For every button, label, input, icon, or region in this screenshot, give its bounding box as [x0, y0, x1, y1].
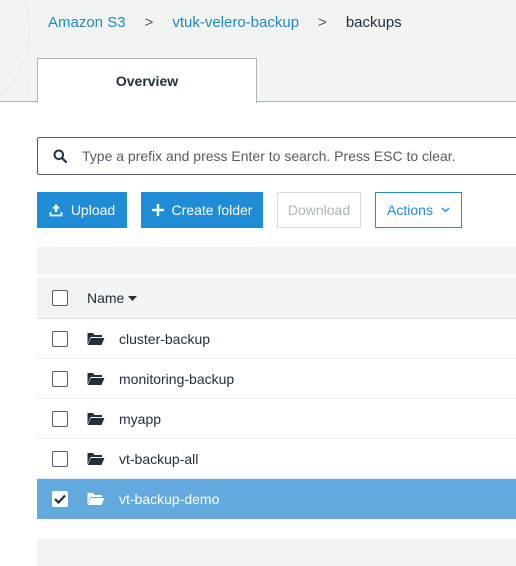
search-bar [37, 137, 516, 175]
breadcrumb-separator: > [318, 13, 327, 31]
row-checkbox[interactable] [52, 370, 68, 387]
folder-icon [87, 332, 105, 346]
folder-icon [87, 452, 105, 466]
breadcrumb-current-folder: backups [345, 13, 402, 31]
table-row-selected[interactable]: vt-backup-demo [37, 479, 516, 519]
actions-label: Actions [387, 202, 433, 218]
table-row[interactable]: cluster-backup [37, 319, 516, 359]
checkmark-icon [54, 494, 66, 504]
folder-name[interactable]: vt-backup-all [119, 451, 198, 467]
folder-icon [87, 492, 105, 506]
row-checkbox[interactable] [52, 410, 68, 427]
table-row[interactable]: vt-backup-all [37, 439, 516, 479]
upload-button[interactable]: Upload [37, 192, 127, 228]
table-row[interactable]: monitoring-backup [37, 359, 516, 399]
column-header-name-label: Name [87, 290, 125, 306]
table-bottom-bar [37, 539, 516, 566]
row-checkbox-checked[interactable] [52, 491, 68, 507]
folder-name[interactable]: monitoring-backup [119, 371, 234, 387]
chevron-down-icon [441, 207, 450, 213]
actions-dropdown[interactable]: Actions [375, 192, 462, 228]
search-input[interactable] [82, 148, 516, 164]
folder-name[interactable]: myapp [119, 411, 161, 427]
plus-icon [151, 204, 164, 216]
create-folder-button[interactable]: Create folder [141, 192, 263, 228]
table-top-bar [37, 247, 516, 274]
upload-icon [49, 203, 63, 217]
sort-caret-down-icon [128, 295, 138, 301]
create-folder-label: Create folder [171, 202, 253, 218]
download-label: Download [287, 202, 351, 218]
search-icon [38, 149, 82, 163]
folder-icon [87, 372, 105, 386]
upload-label: Upload [70, 202, 116, 218]
breadcrumb-separator: > [144, 13, 154, 31]
breadcrumb-amazon-s3[interactable]: Amazon S3 [48, 14, 126, 31]
folder-name[interactable]: cluster-backup [119, 331, 210, 347]
tab-overview[interactable]: Overview [37, 58, 257, 103]
select-all-checkbox[interactable] [52, 290, 68, 306]
folder-name[interactable]: vt-backup-demo [119, 491, 219, 507]
column-header-name[interactable]: Name [87, 290, 138, 306]
folder-icon [87, 412, 105, 426]
download-button[interactable]: Download [277, 192, 361, 228]
table-row[interactable]: myapp [37, 399, 516, 439]
row-checkbox[interactable] [52, 330, 68, 347]
breadcrumb-bucket[interactable]: vtuk-velero-backup [172, 14, 299, 31]
row-checkbox[interactable] [52, 450, 68, 467]
breadcrumb: Amazon S3 > vtuk-velero-backup > backups [48, 13, 402, 31]
table-header: Name [37, 278, 516, 319]
